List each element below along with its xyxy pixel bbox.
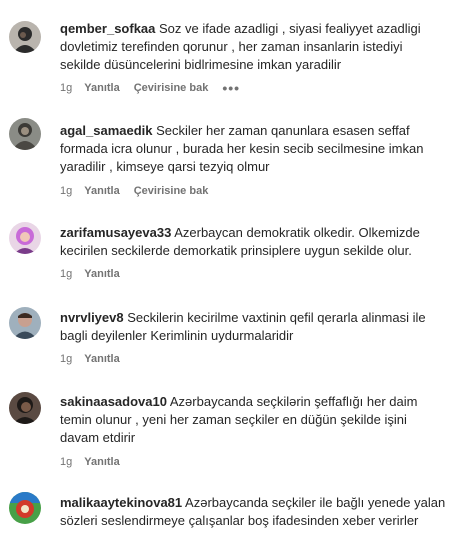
comment-text-block: nvrvliyev8 Seckilerin kecirilme vaxtinin…: [60, 309, 446, 345]
see-translation-button[interactable]: Çevirisine bak: [134, 185, 209, 197]
comment-text-block: agal_samaedik Seckiler her zaman qanunla…: [60, 122, 446, 176]
comment-text-block: qember_sofkaa Soz ve ifade azadligi , si…: [60, 20, 446, 74]
comment-text-block: zarifamusayeva33 Azerbaycan demokratik o…: [60, 224, 446, 260]
reply-button[interactable]: Yanıtla: [84, 185, 119, 197]
comment-time: 1g: [60, 268, 73, 280]
comment-meta: 1g Yanıtla: [60, 268, 134, 280]
avatar[interactable]: [9, 21, 41, 53]
comment-username[interactable]: nvrvliyev8: [60, 310, 124, 325]
comment-time: 1g: [60, 456, 73, 468]
comment-username[interactable]: sakinaasadova10: [60, 394, 167, 409]
comment-time: 1g: [60, 185, 73, 197]
more-options-icon[interactable]: •••: [222, 81, 240, 95]
avatar[interactable]: [9, 492, 41, 524]
comment-username[interactable]: zarifamusayeva33: [60, 225, 171, 240]
comment-username[interactable]: qember_sofkaa: [60, 21, 155, 36]
avatar[interactable]: [9, 392, 41, 424]
reply-button[interactable]: Yanıtla: [84, 82, 119, 94]
comment-meta: 1g Yanıtla: [60, 353, 134, 365]
comment-text-block: sakinaasadova10 Azərbaycanda seçkilərin …: [60, 393, 446, 447]
comment-username[interactable]: agal_samaedik: [60, 123, 153, 138]
comment-meta: 1g Yanıtla Çevirisine bak: [60, 185, 222, 197]
comment-time: 1g: [60, 353, 73, 365]
comment-meta: 1g Yanıtla: [60, 456, 134, 468]
comment-time: 1g: [60, 82, 73, 94]
reply-button[interactable]: Yanıtla: [84, 456, 119, 468]
avatar[interactable]: [9, 222, 41, 254]
avatar[interactable]: [9, 118, 41, 150]
avatar[interactable]: [9, 307, 41, 339]
comment-username[interactable]: malikaaytekinova81: [60, 495, 182, 510]
see-translation-button[interactable]: Çevirisine bak: [134, 82, 209, 94]
reply-button[interactable]: Yanıtla: [84, 268, 119, 280]
comment-text-block: malikaaytekinova81 Azərbaycanda seçkiler…: [60, 494, 446, 530]
comment-meta: 1g Yanıtla Çevirisine bak •••: [60, 81, 240, 95]
reply-button[interactable]: Yanıtla: [84, 353, 119, 365]
